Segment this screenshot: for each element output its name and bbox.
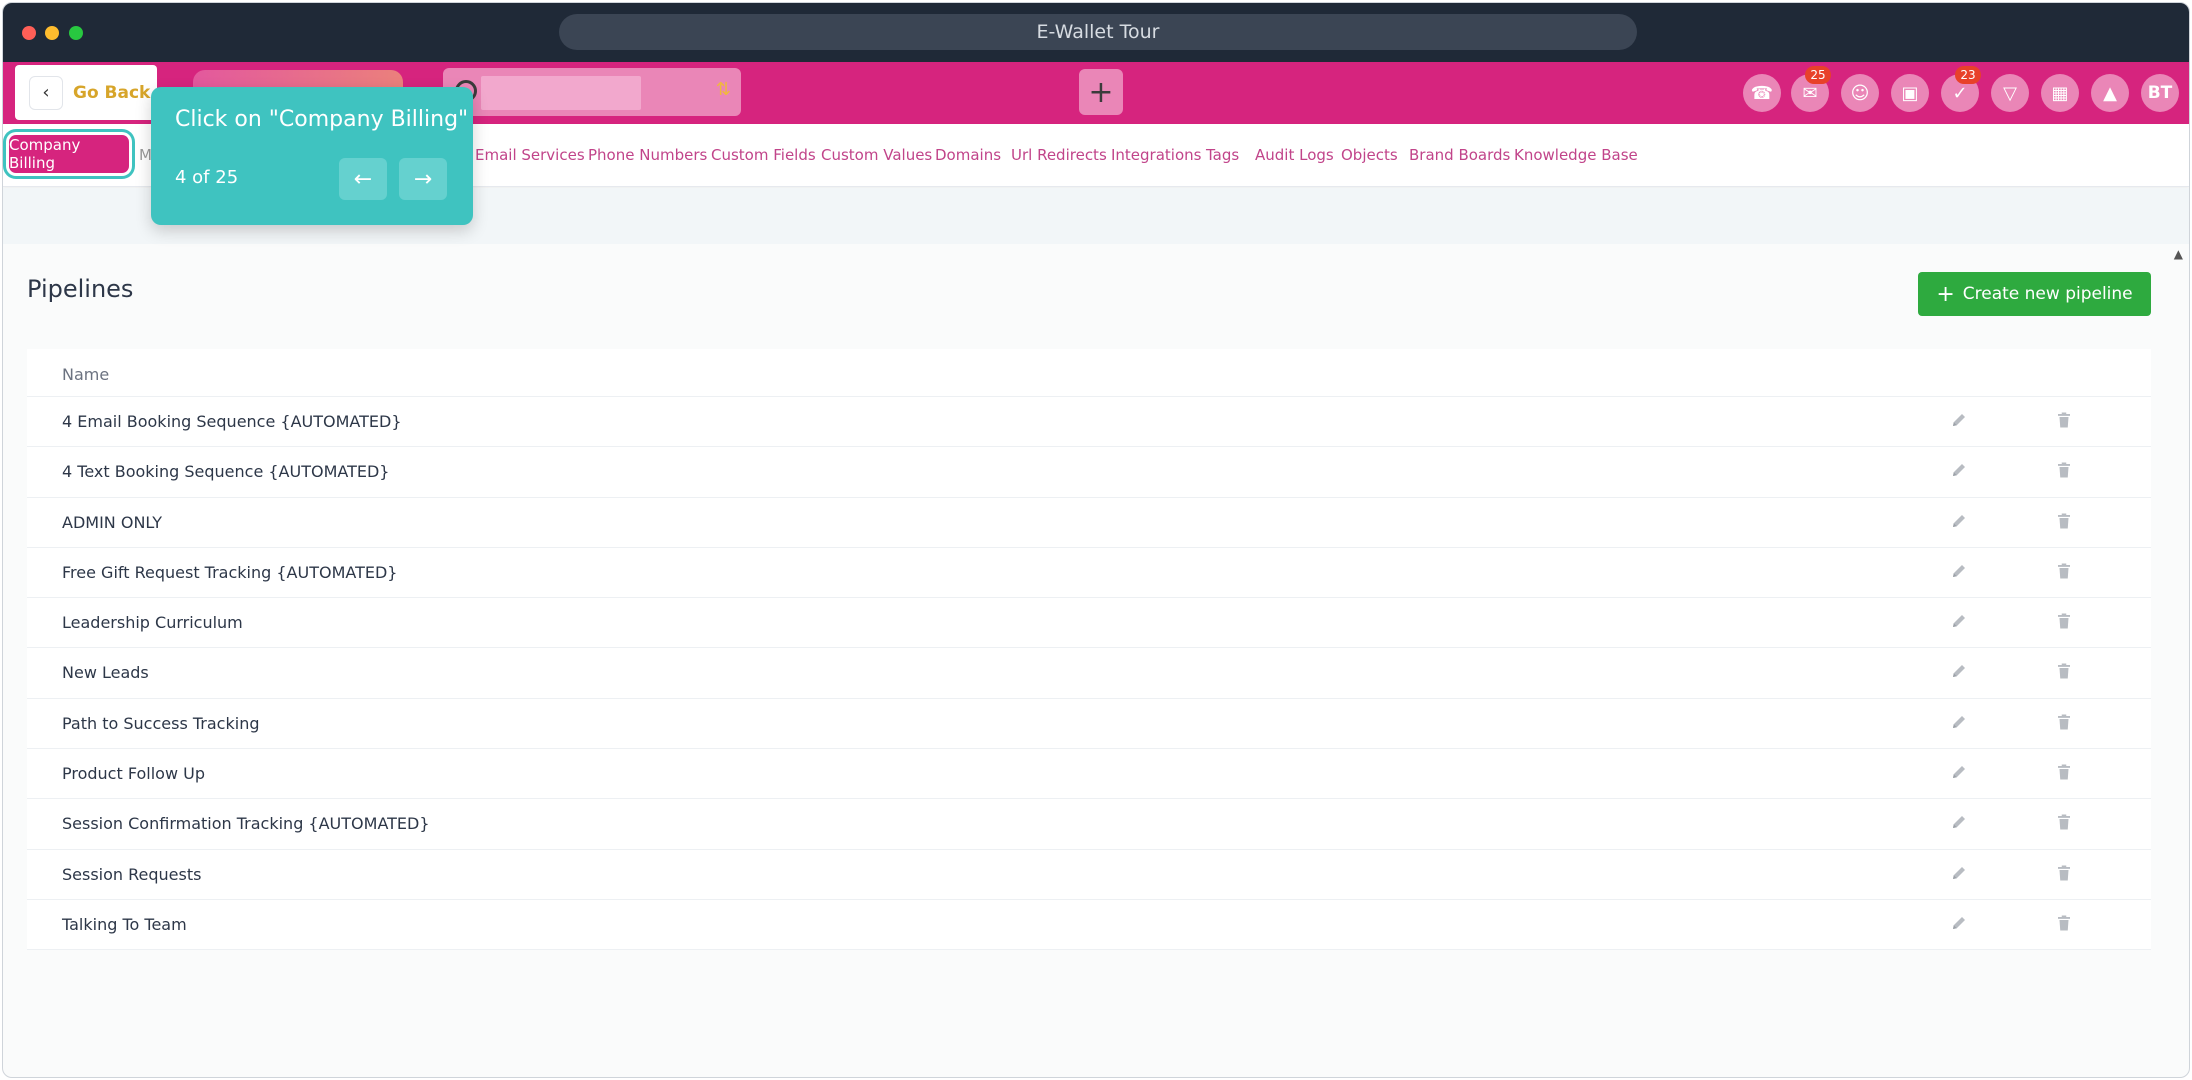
pipeline-name: 4 Email Booking Sequence {AUTOMATED} <box>62 412 402 431</box>
nav-url-redirects[interactable]: Url Redirects <box>1011 146 1107 164</box>
pencil-icon[interactable] <box>1948 409 1970 431</box>
table-row[interactable]: Free Gift Request Tracking {AUTOMATED} <box>27 548 2151 599</box>
app-window: E-Wallet Tour ‹ Go Back ⇅ + ☎ ✉ 25 ☺ ▣ ✓… <box>2 2 2190 1078</box>
pipeline-name: Talking To Team <box>62 914 187 934</box>
nav-brand-boards[interactable]: Brand Boards <box>1409 146 1510 164</box>
arrow-left-icon: ← <box>353 166 373 192</box>
pencil-icon[interactable] <box>1948 811 1970 833</box>
nav-phone-numbers[interactable]: Phone Numbers <box>588 146 707 164</box>
pipeline-name: Session Requests <box>62 864 202 884</box>
pencil-icon[interactable] <box>1948 761 1970 783</box>
trash-icon[interactable] <box>2053 459 2075 481</box>
trash-icon[interactable] <box>2053 711 2075 733</box>
pipeline-name: Free Gift Request Tracking {AUTOMATED} <box>62 562 398 582</box>
nav-company-billing[interactable]: Company Billing <box>9 135 129 173</box>
scroll-up-icon[interactable]: ▲ <box>2174 247 2183 261</box>
inbox-icon[interactable]: ✉ 25 <box>1791 66 1831 112</box>
pipeline-name: Session Confirmation Tracking {AUTOMATED… <box>62 814 430 834</box>
nav-item-partial[interactable]: M <box>139 146 152 164</box>
trash-icon[interactable] <box>2053 912 2075 934</box>
nav-objects[interactable]: Objects <box>1341 146 1398 164</box>
maximize-window-button[interactable] <box>69 26 83 40</box>
trash-icon[interactable] <box>2053 510 2075 532</box>
tasks-icon[interactable]: ✓ 23 <box>1941 66 1981 112</box>
pencil-icon[interactable] <box>1948 912 1970 934</box>
page-title: Pipelines <box>27 275 134 303</box>
bell-icon[interactable]: ▲ <box>2091 74 2129 112</box>
nav-email-services[interactable]: Email Services <box>475 146 585 164</box>
table-header: Name <box>27 349 2151 397</box>
pipeline-name: Leadership Curriculum <box>62 613 243 633</box>
trash-icon[interactable] <box>2053 409 2075 431</box>
table-row[interactable]: 4 Email Booking Sequence {AUTOMATED} <box>27 397 2151 448</box>
avatar[interactable]: BT <box>2141 74 2179 112</box>
tour-prev-button[interactable]: ← <box>339 158 387 200</box>
pencil-icon[interactable] <box>1948 862 1970 884</box>
pencil-icon[interactable] <box>1948 459 1970 481</box>
trash-icon[interactable] <box>2053 862 2075 884</box>
nav-domains[interactable]: Domains <box>935 146 1001 164</box>
create-pipeline-label: Create new pipeline <box>1962 284 2133 304</box>
pencil-icon[interactable] <box>1948 610 1970 632</box>
table-row[interactable]: Leadership Curriculum <box>27 598 2151 649</box>
go-back-button[interactable]: ‹ Go Back <box>15 65 157 120</box>
nav-custom-values[interactable]: Custom Values <box>821 146 932 164</box>
trash-icon[interactable] <box>2053 610 2075 632</box>
plus-icon: + <box>1936 281 1955 307</box>
phone-icon[interactable]: ☎ <box>1743 74 1781 112</box>
table-row[interactable]: Talking To Team <box>27 900 2151 951</box>
table-row[interactable]: Path to Success Tracking <box>27 699 2151 750</box>
table-row[interactable]: Product Follow Up <box>27 749 2151 800</box>
nav-audit-logs[interactable]: Audit Logs <box>1255 146 1334 164</box>
table-row[interactable]: Session Confirmation Tracking {AUTOMATED… <box>27 799 2151 850</box>
browser-titlebar: E-Wallet Tour <box>3 3 2189 62</box>
pencil-icon[interactable] <box>1948 560 1970 582</box>
inbox-badge: 25 <box>1805 66 1831 84</box>
table-row[interactable]: ADMIN ONLY <box>27 498 2151 548</box>
briefcase-icon[interactable]: ▣ <box>1891 74 1929 112</box>
table-row[interactable]: 4 Text Booking Sequence {AUTOMATED} <box>27 447 2151 498</box>
nav-knowledge-base[interactable]: Knowledge Base <box>1514 146 1638 164</box>
arrow-right-icon: → <box>413 166 433 192</box>
chevron-left-icon: ‹ <box>29 75 63 110</box>
user-icon[interactable]: ☺ <box>1841 74 1879 112</box>
tasks-badge: 23 <box>1955 66 1981 84</box>
tour-step-counter: 4 of 25 <box>175 167 239 188</box>
table-row[interactable]: New Leads <box>27 648 2151 699</box>
tour-title: Click on "Company Billing" <box>175 107 469 132</box>
minimize-window-button[interactable] <box>45 26 59 40</box>
chevron-updown-icon: ⇅ <box>715 79 731 100</box>
pencil-icon[interactable] <box>1948 711 1970 733</box>
table-row[interactable]: Session Requests <box>27 850 2151 900</box>
create-pipeline-button[interactable]: + Create new pipeline <box>1918 272 2151 316</box>
trash-icon[interactable] <box>2053 811 2075 833</box>
nav-custom-fields[interactable]: Custom Fields <box>711 146 816 164</box>
calendar-icon[interactable]: ▦ <box>2041 74 2079 112</box>
location-name-redacted <box>481 76 641 110</box>
trash-icon[interactable] <box>2053 660 2075 682</box>
pipeline-name: ADMIN ONLY <box>62 512 162 532</box>
window-title: E-Wallet Tour <box>559 14 1637 50</box>
megaphone-icon[interactable]: ▽ <box>1991 74 2029 112</box>
pipeline-name: Product Follow Up <box>62 764 205 784</box>
go-back-label: Go Back <box>73 82 151 103</box>
pencil-icon[interactable] <box>1948 510 1970 532</box>
quick-add-button[interactable]: + <box>1079 69 1123 115</box>
location-switcher[interactable]: ⇅ <box>443 68 741 116</box>
nav-tags[interactable]: Tags <box>1206 146 1239 164</box>
trash-icon[interactable] <box>2053 560 2075 582</box>
column-name: Name <box>62 365 110 384</box>
pipeline-name: 4 Text Booking Sequence {AUTOMATED} <box>62 462 390 482</box>
tour-tooltip: Click on "Company Billing" 4 of 25 ← → <box>151 87 473 225</box>
tour-next-button[interactable]: → <box>399 158 447 200</box>
pipeline-name: Path to Success Tracking <box>62 713 260 733</box>
close-window-button[interactable] <box>22 26 36 40</box>
trash-icon[interactable] <box>2053 761 2075 783</box>
pipeline-name: New Leads <box>62 663 149 683</box>
pencil-icon[interactable] <box>1948 660 1970 682</box>
nav-integrations[interactable]: Integrations <box>1111 146 1201 164</box>
pipelines-table: Name 4 Email Booking Sequence {AUTOMATED… <box>27 349 2151 951</box>
